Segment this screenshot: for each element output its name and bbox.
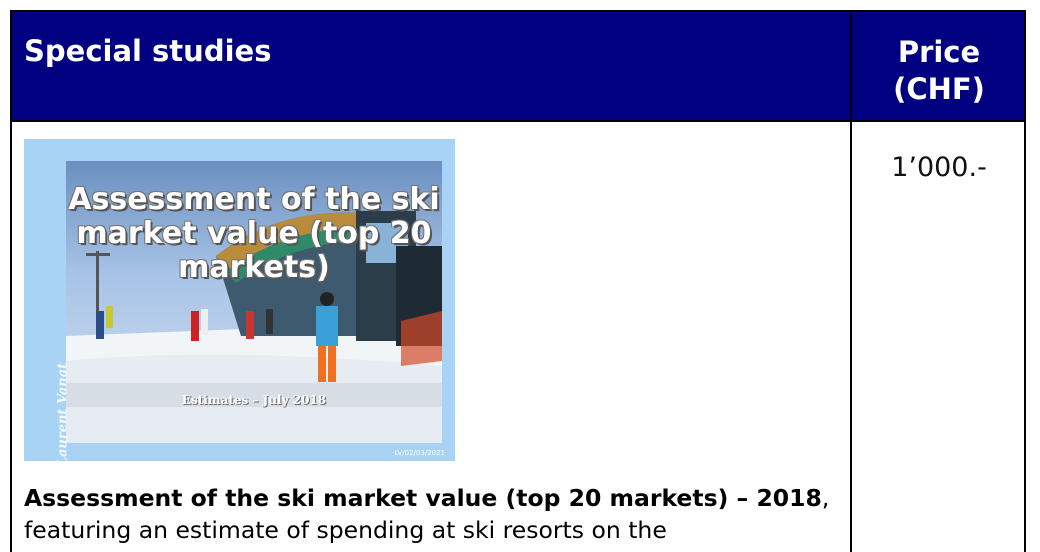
- study-description: Assessment of the ski market value (top …: [24, 482, 844, 546]
- study-title: Assessment of the ski market value (top …: [24, 484, 822, 512]
- studies-table: Special studies Price (CHF) 1’000.- Asse…: [10, 10, 1026, 552]
- study-cover-image[interactable]: Assessment of the ski market value (top …: [24, 139, 455, 461]
- cover-author: Laurent Vanat: [55, 362, 71, 461]
- study-price: 1’000.-: [891, 152, 987, 183]
- cover-title: Assessment of the ski market value (top …: [68, 182, 440, 285]
- header-price: Price (CHF): [893, 35, 985, 106]
- cover-code: LV/02/03/2021: [394, 449, 445, 457]
- header-special-studies: Special studies: [24, 34, 272, 68]
- column-divider: [850, 12, 852, 552]
- cover-subtitle: Estimates – July 2018: [181, 393, 327, 407]
- table-header: Special studies Price (CHF): [12, 12, 1024, 122]
